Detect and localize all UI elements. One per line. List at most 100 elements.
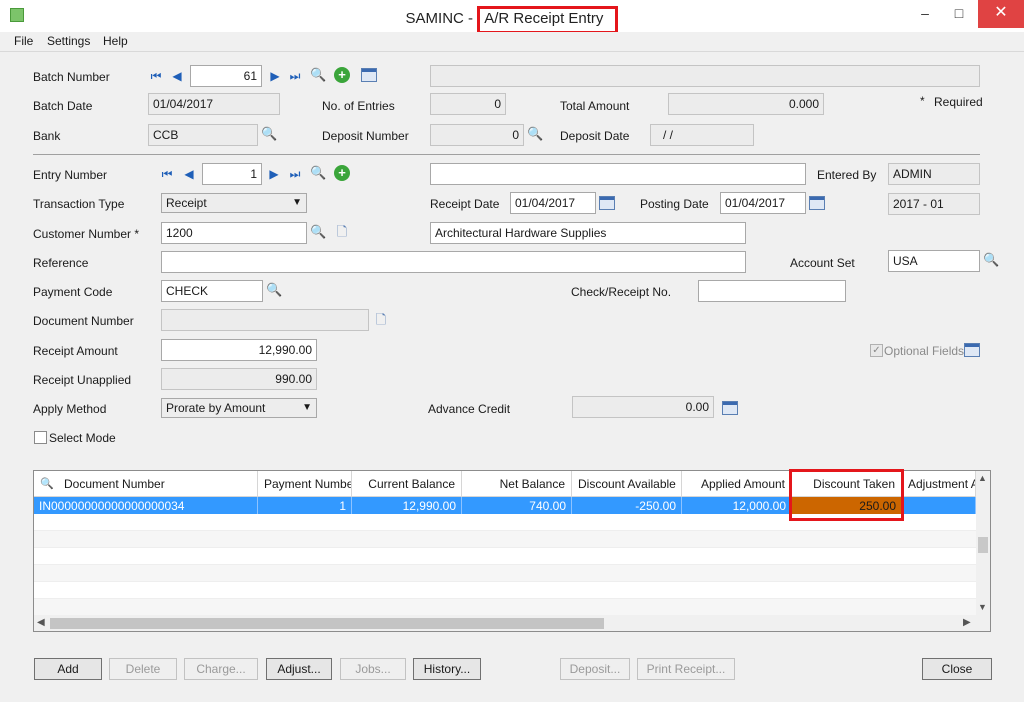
- total-amount-field: 0.000: [668, 93, 824, 115]
- bank-label: Bank: [33, 129, 61, 143]
- delete-button[interactable]: Delete: [109, 658, 177, 680]
- cell-current-balance[interactable]: 12,990.00: [352, 497, 462, 514]
- menu-settings[interactable]: Settings: [47, 34, 90, 48]
- first-batch-icon[interactable]: ⏮: [149, 69, 163, 83]
- cell-adjustment[interactable]: [902, 497, 976, 514]
- batch-date-field: 01/04/2017: [148, 93, 280, 115]
- posting-date-field[interactable]: 01/04/2017: [720, 192, 806, 214]
- new-batch-icon[interactable]: +: [334, 67, 350, 83]
- document-zoom-icon[interactable]: 🗋: [373, 312, 389, 328]
- apply-method-select[interactable]: Prorate by Amount ▼: [161, 398, 317, 418]
- optional-fields-label: Optional Fields: [884, 344, 965, 358]
- scroll-left-icon[interactable]: ◀: [37, 617, 45, 628]
- deposit-search-icon[interactable]: 🔍: [527, 126, 543, 142]
- table-row-empty[interactable]: [34, 582, 976, 599]
- entry-description-field[interactable]: [430, 163, 806, 185]
- payment-code-label: Payment Code: [33, 285, 113, 299]
- receipt-date-field[interactable]: 01/04/2017: [510, 192, 596, 214]
- optional-fields-checkbox[interactable]: ✓: [870, 344, 883, 357]
- batch-info-icon[interactable]: [361, 68, 377, 82]
- table-row-empty[interactable]: [34, 565, 976, 582]
- last-batch-icon[interactable]: ⏭: [288, 69, 302, 83]
- advance-credit-icon[interactable]: [722, 401, 738, 415]
- entry-search-icon[interactable]: 🔍: [310, 165, 326, 181]
- jobs-button[interactable]: Jobs...: [340, 658, 406, 680]
- account-set-field[interactable]: USA: [888, 250, 980, 272]
- last-entry-icon[interactable]: ⏭: [288, 167, 302, 181]
- batch-number-field[interactable]: 61: [190, 65, 262, 87]
- cell-applied-amount[interactable]: 12,000.00: [682, 497, 792, 514]
- grid-search-icon[interactable]: 🔍: [39, 476, 55, 492]
- payment-code-field[interactable]: CHECK: [161, 280, 263, 302]
- menu-file[interactable]: File: [14, 34, 33, 48]
- batch-number-label: Batch Number: [33, 70, 110, 84]
- column-header-discount-available[interactable]: Discount Available: [572, 471, 682, 497]
- close-window-button[interactable]: ✕: [978, 0, 1024, 28]
- print-receipt-button[interactable]: Print Receipt...: [637, 658, 735, 680]
- deposit-number-label: Deposit Number: [322, 129, 409, 143]
- column-header-net-balance[interactable]: Net Balance: [462, 471, 572, 497]
- table-row-empty[interactable]: [34, 599, 976, 616]
- transaction-type-select[interactable]: Receipt ▼: [161, 193, 307, 213]
- history-button[interactable]: History...: [413, 658, 481, 680]
- batch-description-field[interactable]: [430, 65, 980, 87]
- required-mark: *: [920, 94, 925, 108]
- minimize-button[interactable]: –: [908, 0, 942, 28]
- scroll-up-icon[interactable]: ▲: [978, 473, 987, 483]
- payment-code-search-icon[interactable]: 🔍: [266, 282, 282, 298]
- cell-document-number[interactable]: IN00000000000000000034: [34, 497, 258, 514]
- prev-batch-icon[interactable]: ◀: [170, 69, 184, 83]
- receipt-amount-field[interactable]: 12,990.00: [161, 339, 317, 361]
- next-batch-icon[interactable]: ▶: [268, 69, 282, 83]
- horizontal-scroll-thumb[interactable]: [50, 618, 604, 629]
- deposit-number-field: 0: [430, 124, 524, 146]
- receipt-unapplied-label: Receipt Unapplied: [33, 373, 132, 387]
- cell-payment-number[interactable]: 1: [258, 497, 352, 514]
- add-button[interactable]: Add: [34, 658, 102, 680]
- deposit-button[interactable]: Deposit...: [560, 658, 630, 680]
- maximize-button[interactable]: □: [942, 0, 976, 28]
- scroll-down-icon[interactable]: ▼: [978, 602, 987, 612]
- cell-net-balance[interactable]: 740.00: [462, 497, 572, 514]
- menu-help[interactable]: Help: [103, 34, 128, 48]
- customer-number-field[interactable]: 1200: [161, 222, 307, 244]
- receipt-unapplied-field: 990.00: [161, 368, 317, 390]
- deposit-date-field: / /: [650, 124, 754, 146]
- account-set-search-icon[interactable]: 🔍: [983, 252, 999, 268]
- search-icon[interactable]: 🔍: [310, 67, 326, 83]
- column-header-payment-number[interactable]: Payment Number: [258, 471, 352, 497]
- entry-number-field[interactable]: 1: [202, 163, 262, 185]
- customer-search-icon[interactable]: 🔍: [310, 224, 326, 240]
- check-number-field[interactable]: [698, 280, 846, 302]
- optional-fields-icon[interactable]: [964, 343, 980, 357]
- select-mode-checkbox[interactable]: [34, 431, 47, 444]
- adjust-button[interactable]: Adjust...: [266, 658, 332, 680]
- next-entry-icon[interactable]: ▶: [267, 167, 281, 181]
- customer-number-label: Customer Number *: [33, 227, 140, 241]
- transaction-type-label: Transaction Type: [33, 197, 125, 211]
- entries-field: 0: [430, 93, 506, 115]
- posting-date-calendar-icon[interactable]: [809, 196, 825, 210]
- entered-by-field: ADMIN: [888, 163, 980, 185]
- customer-zoom-icon[interactable]: 🗋: [334, 224, 350, 240]
- column-header-current-balance[interactable]: Current Balance: [352, 471, 462, 497]
- column-header-document-number[interactable]: Document Number: [34, 471, 258, 497]
- cell-discount-available[interactable]: -250.00: [572, 497, 682, 514]
- first-entry-icon[interactable]: ⏮: [160, 167, 174, 181]
- new-entry-icon[interactable]: +: [334, 165, 350, 181]
- receipt-date-calendar-icon[interactable]: [599, 196, 615, 210]
- reference-label: Reference: [33, 256, 89, 270]
- vertical-scroll-thumb[interactable]: [978, 537, 988, 553]
- column-header-applied-amount[interactable]: Applied Amount: [682, 471, 792, 497]
- table-row-empty[interactable]: [34, 548, 976, 565]
- column-header-adjustment[interactable]: Adjustment A: [902, 471, 976, 497]
- prev-entry-icon[interactable]: ◀: [182, 167, 196, 181]
- charge-button[interactable]: Charge...: [184, 658, 258, 680]
- close-button[interactable]: Close: [922, 658, 992, 680]
- scroll-right-icon[interactable]: ▶: [963, 617, 971, 628]
- reference-field[interactable]: [161, 251, 746, 273]
- chevron-down-icon: ▼: [302, 402, 312, 413]
- table-row-empty[interactable]: [34, 531, 976, 548]
- bank-search-icon[interactable]: 🔍: [261, 126, 277, 142]
- section-divider: [33, 154, 980, 155]
